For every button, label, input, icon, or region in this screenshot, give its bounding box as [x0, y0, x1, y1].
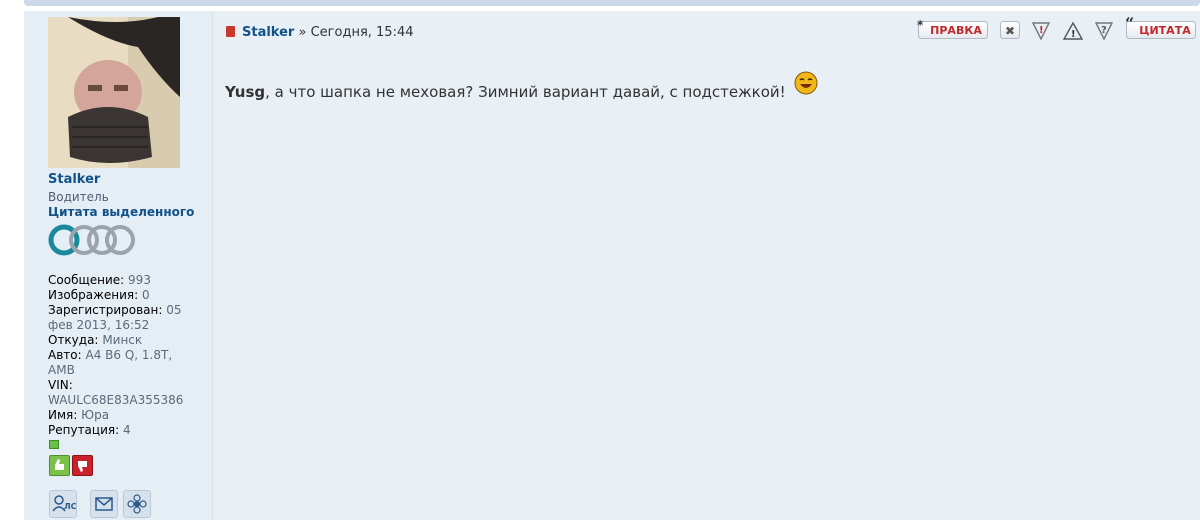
profile-field-reputation: Репутация: 4 — [48, 423, 131, 437]
private-message-button[interactable]: ЛС — [49, 490, 77, 518]
close-icon[interactable]: ✖ — [1000, 21, 1020, 39]
envelope-icon[interactable] — [90, 490, 118, 518]
thumbs-down-icon[interactable] — [72, 455, 93, 476]
website-icon[interactable] — [123, 490, 151, 518]
audi-rings-icon — [48, 223, 138, 261]
info-icon[interactable]: ? — [1093, 21, 1115, 41]
forum-post: Stalker Водитель Цитата выделенного Сооб… — [24, 11, 1200, 520]
mentioned-user[interactable]: Yusg — [225, 83, 265, 101]
author-separator: » — [298, 25, 307, 40]
post-time: Сегодня, 15:44 — [310, 25, 414, 40]
profile-field-images: Изображения: 0 — [48, 288, 150, 302]
profile-field-location: Откуда: Минск — [48, 333, 143, 347]
profile-field-car: Авто: A4 B6 Q, 1.8T, AMB — [48, 348, 173, 377]
avatar[interactable] — [48, 17, 180, 168]
top-separator — [24, 0, 1200, 6]
quote-button[interactable]: “ЦИТАТА — [1125, 15, 1196, 39]
svg-text:ЛС: ЛС — [64, 502, 76, 511]
post-body: Stalker » Сегодня, 15:44 * ПРАВКА ✖ ! ! ?… — [224, 11, 1200, 520]
post-message-text: , а что шапка не меховая? Зимний вариант… — [265, 83, 786, 101]
svg-text:!: ! — [1071, 29, 1076, 40]
post-icon[interactable] — [226, 26, 235, 37]
thumbs-up-icon[interactable] — [49, 455, 70, 476]
profile-details: Сообщение: 993 Изображения: 0 Зарегистри… — [48, 273, 198, 438]
edit-button[interactable]: * ПРАВКА — [917, 18, 988, 39]
profile-special-rank: Цитата выделенного — [48, 205, 195, 219]
post-author-line: Stalker » Сегодня, 15:44 — [226, 25, 414, 40]
post-author[interactable]: Stalker — [242, 25, 294, 40]
online-status-icon — [49, 440, 59, 449]
warning-icon[interactable]: ! — [1062, 21, 1084, 40]
svg-text:!: ! — [1039, 25, 1044, 36]
profile-rank: Водитель — [48, 190, 109, 204]
profile-field-vin: VIN: WAULC68E83A355386 — [48, 378, 184, 407]
profile-field-posts: Сообщение: 993 — [48, 273, 151, 287]
profile-username[interactable]: Stalker — [48, 172, 100, 187]
laughing-smiley-icon — [794, 71, 818, 95]
report-icon[interactable]: ! — [1030, 21, 1052, 41]
profile-field-name: Имя: Юра — [48, 408, 110, 422]
post-content: Yusg, а что шапка не меховая? Зимний вар… — [225, 71, 818, 101]
post-profile: Stalker Водитель Цитата выделенного Сооб… — [24, 11, 213, 520]
svg-text:?: ? — [1101, 25, 1107, 36]
profile-field-registered: Зарегистрирован: 05 фев 2013, 16:52 — [48, 303, 182, 332]
